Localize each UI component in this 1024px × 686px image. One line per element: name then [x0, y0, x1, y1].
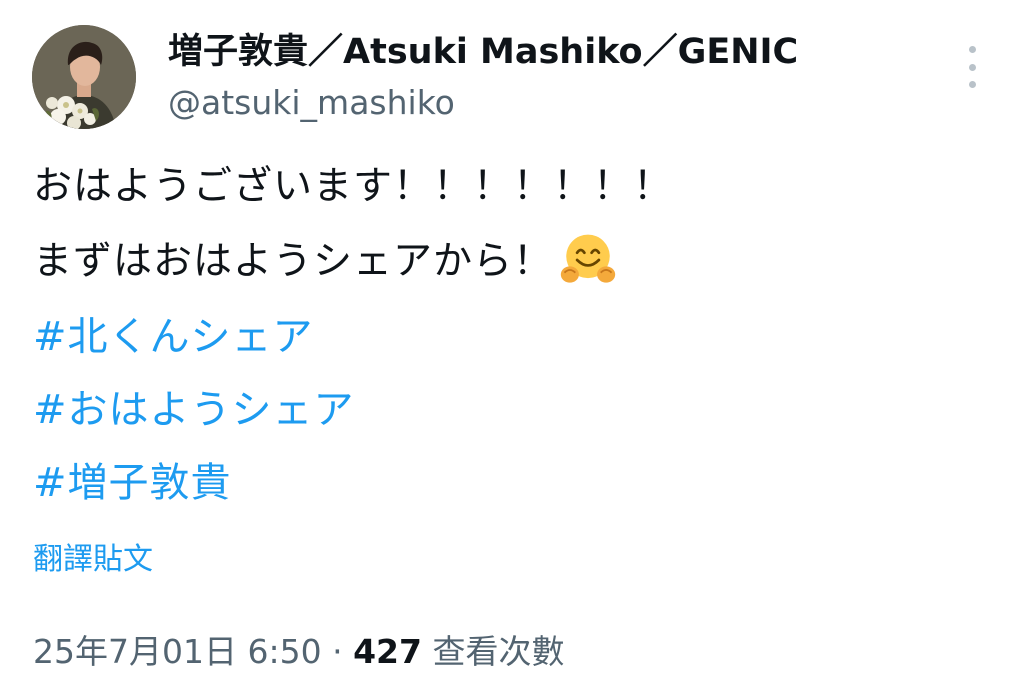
tweet-text-line-2: まずはおはようシェアから！: [33, 234, 617, 289]
more-options-button[interactable]: [958, 46, 986, 88]
hashtag-link[interactable]: #北くんシェア: [33, 312, 314, 362]
tweet-card: 増子敦貴／Atsuki Mashiko／GENIC @atsuki_mashik…: [0, 0, 1024, 686]
tweet-meta: 25年7月01日 6:50 · 427 查看次數: [33, 630, 564, 674]
vertical-ellipsis-dot: [968, 81, 976, 88]
avatar[interactable]: [32, 25, 136, 129]
meta-separator: ·: [332, 632, 343, 671]
vertical-ellipsis-dot: [968, 63, 976, 71]
vertical-ellipsis-icon: [968, 46, 976, 53]
translate-post-link[interactable]: 翻譯貼文: [33, 540, 153, 580]
tweet-text-line-2-text: まずはおはようシェアから！: [33, 239, 554, 284]
author-display-name[interactable]: 増子敦貴／Atsuki Mashiko／GENIC: [168, 30, 798, 74]
views-label: 查看次數: [432, 632, 565, 671]
tweet-text-line-1: おはようございます！！！！！！！: [33, 164, 674, 209]
hashtag-link[interactable]: #おはようシェア: [33, 385, 355, 435]
views-count: 427: [353, 632, 422, 671]
timestamp[interactable]: 25年7月01日 6:50: [33, 632, 322, 671]
profile-photo-icon: [32, 25, 136, 129]
hashtag-link[interactable]: #増子敦貴: [33, 458, 232, 508]
author-handle[interactable]: @atsuki_mashiko: [168, 82, 455, 124]
hugging-face-emoji-icon: [560, 234, 616, 283]
